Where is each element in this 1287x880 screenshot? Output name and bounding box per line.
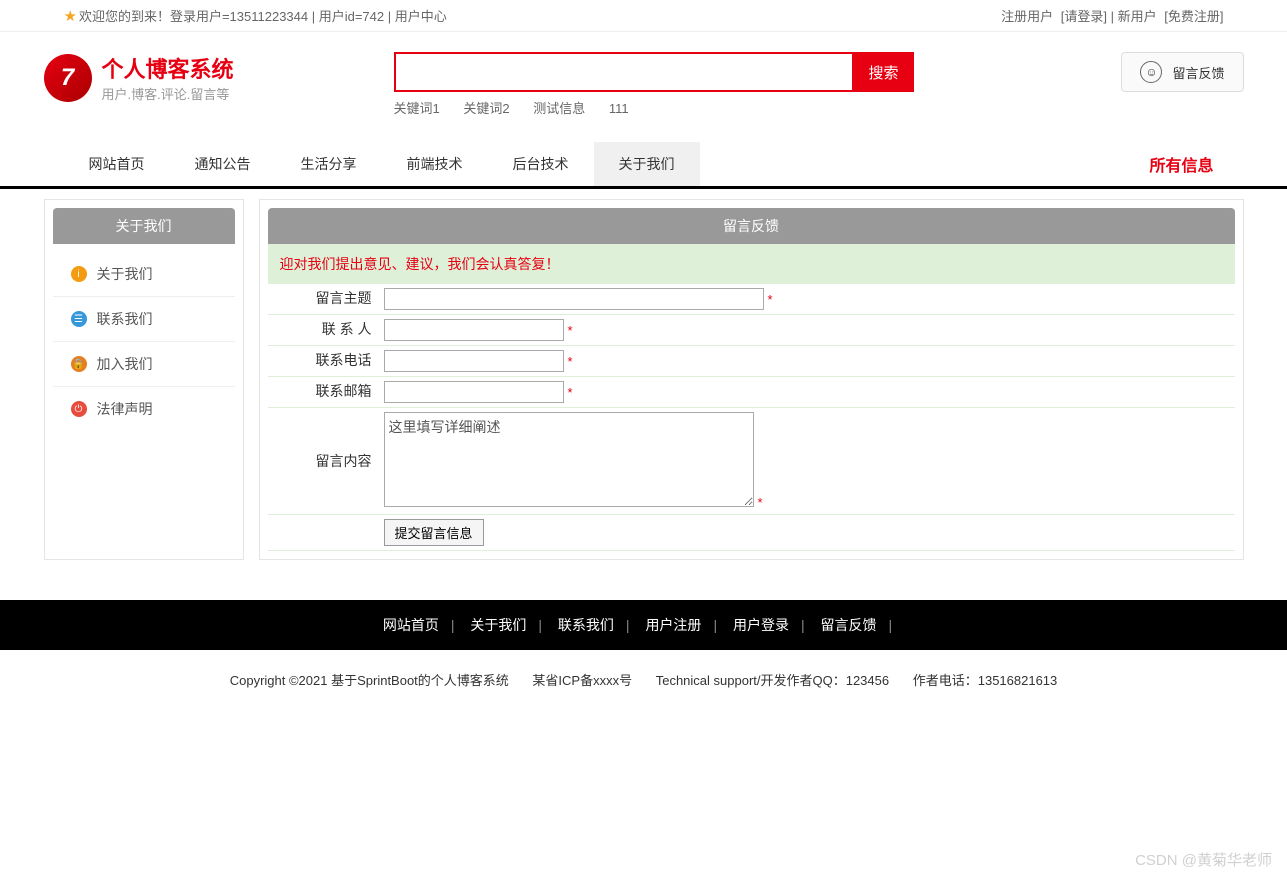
logo-title: 个人博客系统 bbox=[102, 52, 234, 84]
footer-link-about[interactable]: 关于我们 bbox=[470, 617, 526, 633]
nav-home[interactable]: 网站首页 bbox=[64, 142, 170, 186]
info-icon: i bbox=[71, 266, 87, 282]
keyword-link[interactable]: 111 bbox=[609, 101, 629, 116]
sidebar-item-label: 联系我们 bbox=[97, 309, 153, 329]
required-mark: * bbox=[758, 495, 763, 510]
feedback-button[interactable]: ☺ 留言反馈 bbox=[1121, 52, 1243, 92]
logo-sub: 用户.博客.评论.留言等 bbox=[102, 84, 234, 103]
keyword-link[interactable]: 关键词1 bbox=[394, 101, 440, 116]
search-keywords: 关键词1 关键词2 测试信息 111 bbox=[394, 98, 914, 117]
required-mark: * bbox=[568, 354, 573, 369]
sidebar-item-label: 法律声明 bbox=[97, 399, 153, 419]
headset-icon: ☺ bbox=[1140, 61, 1162, 83]
content-panel: 留言反馈 迎对我们提出意见、建议，我们会认真答复！ 留言主题 * 联 系 人 *… bbox=[259, 199, 1244, 560]
register-link[interactable]: [免费注册] bbox=[1164, 9, 1223, 24]
icp-text: 某省ICP备xxxx号 bbox=[532, 673, 632, 688]
copy-text: Copyright ©2021 基于SprintBoot的个人博客系统 bbox=[230, 673, 509, 688]
label-phone: 联系电话 bbox=[268, 346, 378, 377]
tech-support: Technical support/开发作者QQ：123456 bbox=[656, 673, 889, 688]
logo-icon: 7 bbox=[44, 54, 92, 102]
search-input[interactable] bbox=[394, 52, 854, 92]
nav-notice[interactable]: 通知公告 bbox=[170, 142, 276, 186]
nav-all-info[interactable]: 所有信息 bbox=[1149, 152, 1223, 176]
input-contact[interactable] bbox=[384, 319, 564, 341]
label-content: 留言内容 bbox=[268, 408, 378, 515]
feedback-label: 留言反馈 bbox=[1172, 63, 1224, 82]
input-email[interactable] bbox=[384, 381, 564, 403]
footer-link-feedback[interactable]: 留言反馈 bbox=[821, 617, 877, 633]
sidebar: 关于我们 i 关于我们 ☰ 联系我们 🔒 加入我们 ⏻ 法律声明 bbox=[44, 199, 244, 560]
welcome-text: 欢迎您的到来！登录用户=13511223344 | 用户id=742 | 用户中… bbox=[79, 6, 447, 25]
sidebar-item-join[interactable]: 🔒 加入我们 bbox=[53, 342, 235, 387]
lock-icon: 🔒 bbox=[71, 356, 87, 372]
footer-link-home[interactable]: 网站首页 bbox=[383, 617, 439, 633]
footer-link-login[interactable]: 用户登录 bbox=[733, 617, 789, 633]
login-link[interactable]: [请登录] bbox=[1061, 9, 1107, 24]
new-label: 新用户 bbox=[1118, 9, 1157, 24]
sidebar-item-contact[interactable]: ☰ 联系我们 bbox=[53, 297, 235, 342]
sidebar-item-legal[interactable]: ⏻ 法律声明 bbox=[53, 387, 235, 431]
reg-label: 注册用户 bbox=[1001, 9, 1053, 24]
star-icon: ★ bbox=[64, 7, 77, 25]
textarea-content[interactable] bbox=[384, 412, 754, 507]
label-email: 联系邮箱 bbox=[268, 377, 378, 408]
keyword-link[interactable]: 测试信息 bbox=[533, 101, 585, 116]
author-phone: 作者电话：13516821613 bbox=[913, 673, 1058, 688]
search-button[interactable]: 搜索 bbox=[854, 52, 914, 92]
sidebar-item-about[interactable]: i 关于我们 bbox=[53, 252, 235, 297]
power-icon: ⏻ bbox=[71, 401, 87, 417]
nav-backend[interactable]: 后台技术 bbox=[488, 142, 594, 186]
submit-button[interactable]: 提交留言信息 bbox=[384, 519, 484, 546]
input-phone[interactable] bbox=[384, 350, 564, 372]
nav-life[interactable]: 生活分享 bbox=[276, 142, 382, 186]
footer-link-register[interactable]: 用户注册 bbox=[645, 617, 701, 633]
label-contact: 联 系 人 bbox=[268, 315, 378, 346]
topbar-right: 注册用户 [请登录] | 新用户 [免费注册] bbox=[1001, 6, 1223, 25]
required-mark: * bbox=[768, 292, 773, 307]
input-subject[interactable] bbox=[384, 288, 764, 310]
sidebar-title: 关于我们 bbox=[53, 208, 235, 244]
nav-frontend[interactable]: 前端技术 bbox=[382, 142, 488, 186]
sidebar-item-label: 关于我们 bbox=[97, 264, 153, 284]
required-mark: * bbox=[568, 385, 573, 400]
footer-copyright: Copyright ©2021 基于SprintBoot的个人博客系统 某省IC… bbox=[0, 650, 1287, 709]
topbar-welcome: ★ 欢迎您的到来！登录用户=13511223344 | 用户id=742 | 用… bbox=[64, 6, 447, 25]
sidebar-item-label: 加入我们 bbox=[97, 354, 153, 374]
label-subject: 留言主题 bbox=[268, 284, 378, 315]
footer-nav: 网站首页| 关于我们| 联系我们| 用户注册| 用户登录| 留言反馈| bbox=[0, 600, 1287, 650]
keyword-link[interactable]: 关键词2 bbox=[463, 101, 509, 116]
sep: | bbox=[1111, 9, 1118, 24]
watermark: CSDN @黄菊华老师 bbox=[1135, 849, 1272, 870]
list-icon: ☰ bbox=[71, 311, 87, 327]
required-mark: * bbox=[568, 323, 573, 338]
logo[interactable]: 7 个人博客系统 用户.博客.评论.留言等 bbox=[44, 52, 234, 103]
panel-title: 留言反馈 bbox=[268, 208, 1235, 244]
nav-about[interactable]: 关于我们 bbox=[594, 142, 700, 186]
footer-link-contact[interactable]: 联系我们 bbox=[558, 617, 614, 633]
notice-text: 迎对我们提出意见、建议，我们会认真答复！ bbox=[268, 244, 1235, 284]
